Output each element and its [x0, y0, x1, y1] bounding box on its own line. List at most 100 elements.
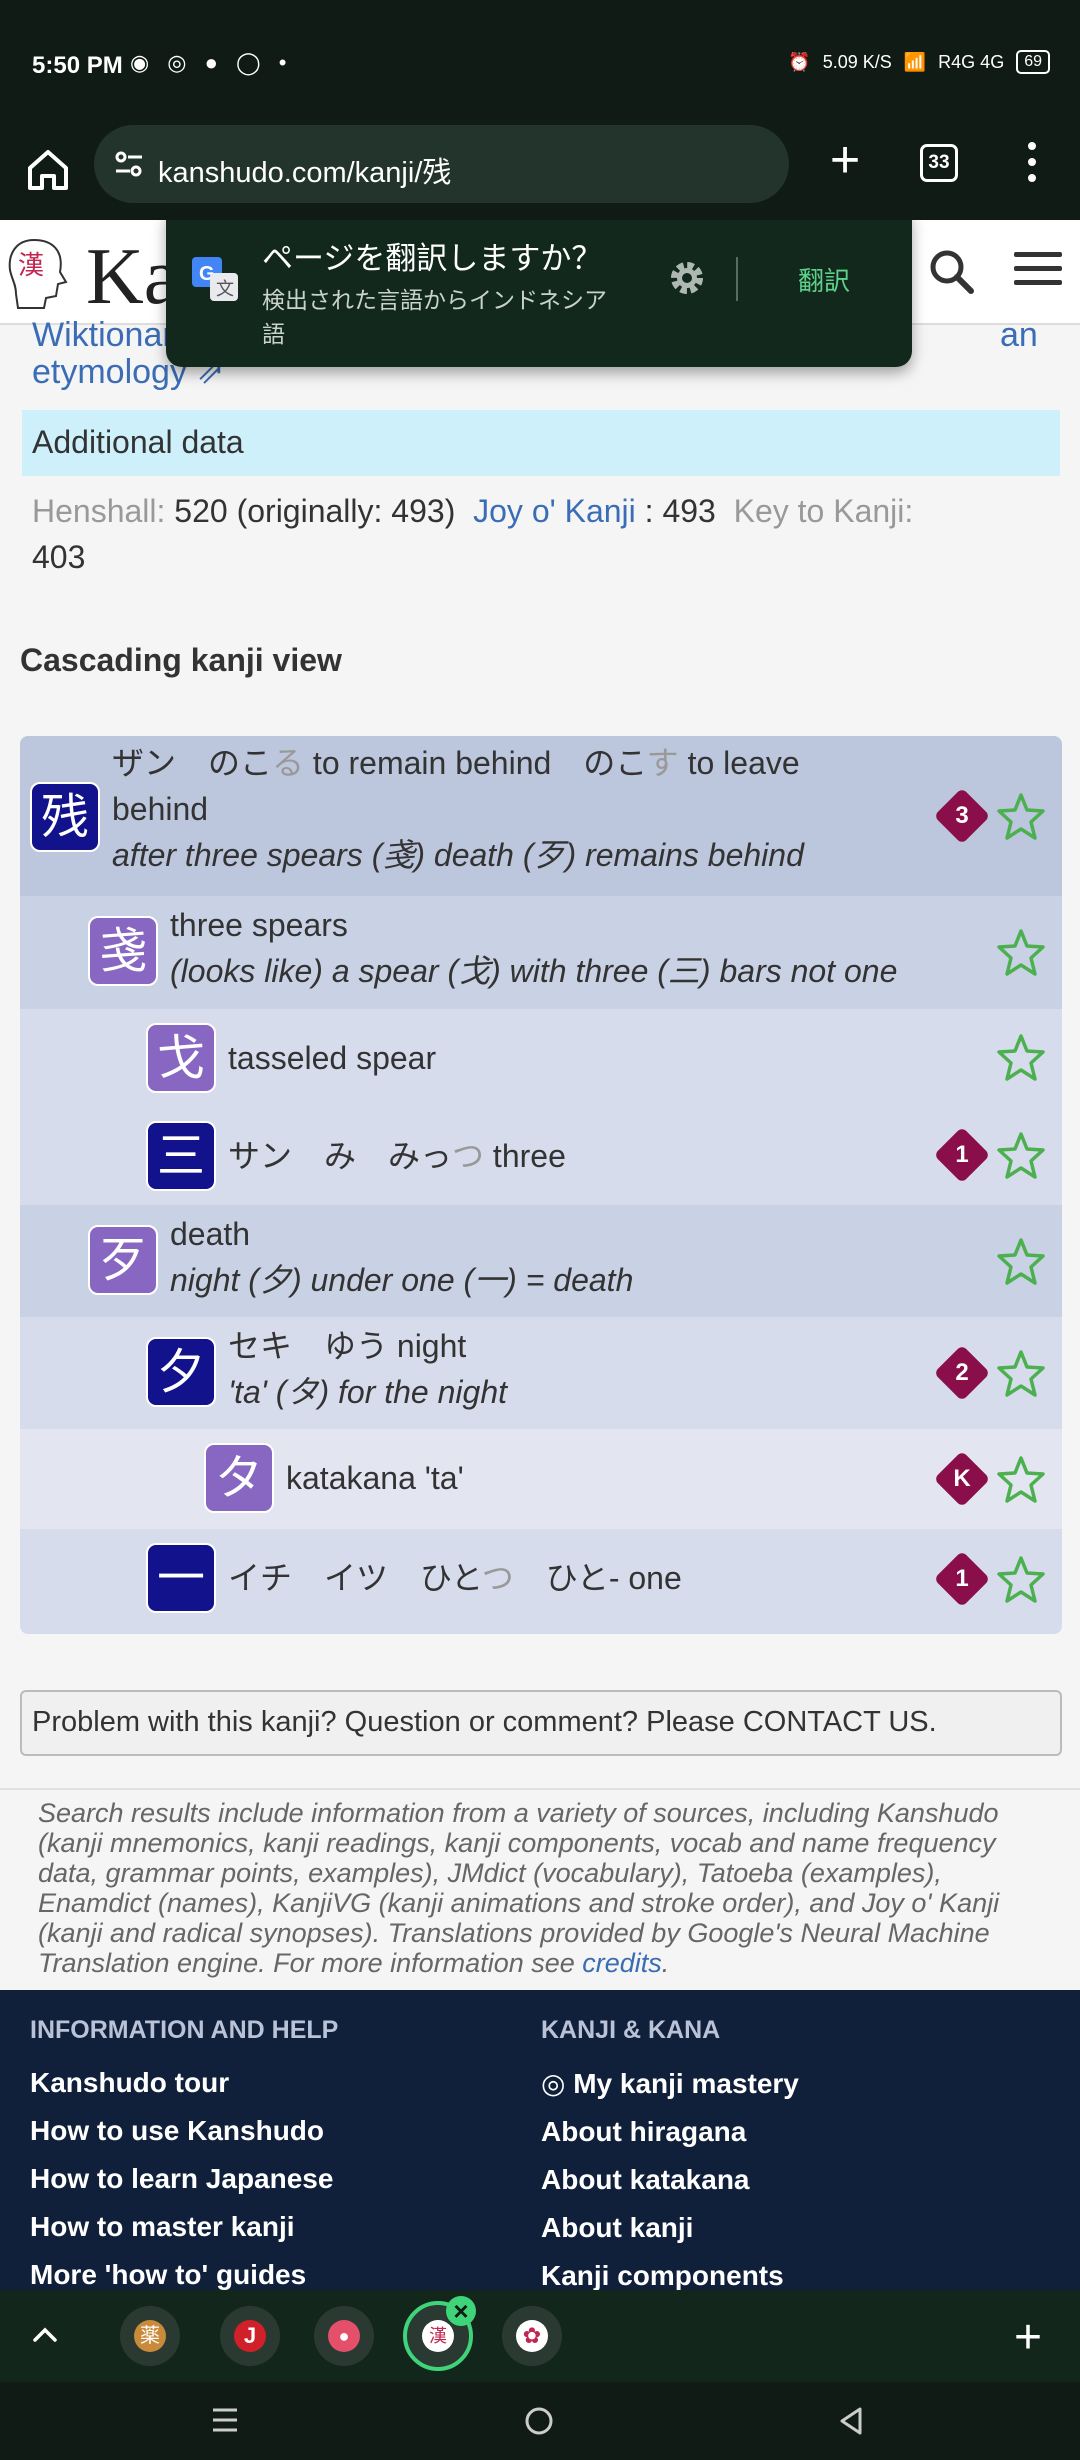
- cascade-title: Cascading kanji view: [20, 642, 342, 678]
- mnemonic: (looks like) a spear (戈) with three (三) …: [170, 953, 898, 989]
- okurigana: つ: [481, 1560, 514, 1596]
- row-text: katakana 'ta': [286, 1455, 464, 1501]
- star-icon[interactable]: [996, 1131, 1046, 1179]
- address-bar[interactable]: kanshudo.com/kanji/残: [94, 125, 789, 203]
- kanshudo-logo-icon[interactable]: 漢: [4, 234, 74, 314]
- footer-link[interactable]: About hiragana: [541, 2116, 799, 2148]
- network-label: R4G 4G: [938, 51, 1005, 72]
- clock: 5:50 PM: [32, 52, 123, 79]
- kanji-tile[interactable]: タ: [204, 1443, 274, 1513]
- search-icon[interactable]: [928, 248, 974, 294]
- row-text: ザン のこる to remain behind のこす to leave beh…: [112, 740, 932, 878]
- cascading-kanji-view: 残 ザン のこる to remain behind のこす to leave b…: [20, 736, 1062, 1634]
- hamburger-menu-icon[interactable]: [1014, 252, 1062, 286]
- grade-badge: 1: [933, 1550, 991, 1608]
- svg-text:文: 文: [216, 279, 234, 300]
- footer-link[interactable]: About kanji: [541, 2212, 799, 2244]
- kanji-tile[interactable]: 三: [146, 1121, 216, 1191]
- footer-link[interactable]: Kanshudo tour: [30, 2067, 338, 2099]
- footer-link[interactable]: How to use Kanshudo: [30, 2115, 338, 2147]
- cascade-row[interactable]: 残 ザン のこる to remain behind のこす to leave b…: [20, 736, 1062, 896]
- tab-favicon[interactable]: J: [220, 2306, 280, 2366]
- kanji-tile[interactable]: 残: [30, 782, 100, 852]
- recents-icon[interactable]: [210, 2406, 240, 2434]
- okurigana: つ: [452, 1138, 485, 1174]
- cascade-row[interactable]: 戔 three spears (looks like) a spear (戈) …: [20, 896, 1062, 1009]
- footnote-text: Search results include information from …: [38, 1798, 1000, 1978]
- footer-link[interactable]: ◎ My kanji mastery: [541, 2067, 799, 2100]
- tab-switcher-button[interactable]: 33: [920, 144, 958, 182]
- site-settings-icon[interactable]: [114, 150, 144, 178]
- url-text: kanshudo.com/kanji/残: [158, 157, 452, 189]
- status-bar: 5:50 PM ◉ ◎ ● ◯ • ⏰ 5.09 K/S 📶 R4G 4G 69: [0, 0, 1080, 120]
- star-icon[interactable]: [996, 1033, 1046, 1081]
- new-tab-button[interactable]: +: [820, 134, 870, 188]
- footer-link[interactable]: How to master kanji: [30, 2211, 338, 2243]
- meaning: three spears: [170, 907, 348, 943]
- alarm-icon: ⏰: [788, 51, 811, 72]
- google-translate-icon: G 文: [192, 257, 238, 301]
- cascade-row[interactable]: 歹 death night (夕) under one (一) = death: [20, 1205, 1062, 1317]
- tab-favicon[interactable]: ✿: [502, 2306, 562, 2366]
- translate-subtitle: 検出された言語からインドネシア語: [262, 287, 607, 347]
- henshall-label: Henshall:: [32, 493, 166, 529]
- etymology-partial-right[interactable]: an: [1000, 316, 1038, 355]
- reading: ザン のこ: [112, 745, 273, 781]
- footer-link[interactable]: More 'how to' guides: [30, 2259, 338, 2290]
- cascade-row[interactable]: 夕 セキ ゆう night 'ta' (タ) for the night 2: [20, 1317, 1062, 1429]
- kanji-tile[interactable]: 歹: [88, 1225, 158, 1295]
- joy-o-kanji-link[interactable]: Joy o' Kanji: [473, 493, 636, 529]
- contact-us-box[interactable]: Problem with this kanji? Question or com…: [20, 1690, 1062, 1756]
- cascade-row[interactable]: 三 サン み みっつ three 1: [20, 1107, 1062, 1205]
- kanji-tile[interactable]: 夕: [146, 1337, 216, 1407]
- wifi-icon: 📶: [903, 51, 927, 72]
- star-icon[interactable]: [996, 928, 1046, 976]
- back-icon[interactable]: [838, 2406, 864, 2436]
- add-tab-button[interactable]: +: [1014, 2310, 1042, 2365]
- henshall-value: 520 (originally: 493): [174, 493, 456, 529]
- star-icon[interactable]: [996, 1237, 1046, 1285]
- translate-button[interactable]: 翻訳: [798, 261, 850, 298]
- meaning-continued: behind: [112, 791, 209, 827]
- star-icon[interactable]: [996, 1455, 1046, 1503]
- kanji-tile[interactable]: 一: [146, 1543, 216, 1613]
- gear-icon[interactable]: [666, 257, 708, 299]
- overflow-menu-icon[interactable]: [1024, 142, 1040, 188]
- home-nav-icon[interactable]: [524, 2406, 554, 2436]
- row-text: サン み みっつ three: [228, 1133, 566, 1179]
- okurigana: る: [272, 745, 305, 781]
- tab-favicon[interactable]: ●: [314, 2306, 374, 2366]
- cascade-row[interactable]: タ katakana 'ta' K: [20, 1429, 1062, 1529]
- footer-link[interactable]: About katakana: [541, 2164, 799, 2196]
- tab-favicon[interactable]: 薬: [120, 2306, 180, 2366]
- cascade-row[interactable]: 戈 tasseled spear: [20, 1009, 1062, 1107]
- reading: イチ イツ ひと: [228, 1560, 482, 1596]
- star-icon[interactable]: [996, 1555, 1046, 1603]
- footer-link[interactable]: Kanji components: [541, 2260, 799, 2290]
- close-tab-icon[interactable]: ×: [446, 2296, 476, 2326]
- additional-data-header: Additional data: [22, 410, 1060, 476]
- kanji-tile[interactable]: 戈: [146, 1023, 216, 1093]
- key-to-kanji-label: Key to Kanji:: [733, 493, 914, 529]
- tab-strip: 薬 J ● 漢 × ✿ +: [0, 2290, 1080, 2382]
- row-text: tasseled spear: [228, 1035, 436, 1081]
- kanji-tile[interactable]: 戔: [88, 916, 158, 986]
- row-text: セキ ゆう night 'ta' (タ) for the night: [228, 1323, 928, 1415]
- sources-footnote: Search results include information from …: [0, 1788, 1080, 1998]
- chevron-up-icon[interactable]: [30, 2320, 60, 2350]
- reading: サン み みっ: [228, 1138, 453, 1174]
- grade-badge: 2: [933, 1344, 991, 1402]
- star-icon[interactable]: [996, 792, 1046, 840]
- additional-data: Henshall: 520 (originally: 493) Joy o' K…: [32, 488, 1042, 580]
- okurigana: す: [646, 745, 679, 781]
- star-icon[interactable]: [996, 1349, 1046, 1397]
- meaning: ひと- one: [513, 1560, 682, 1596]
- credits-link[interactable]: credits: [582, 1948, 662, 1978]
- footer-link[interactable]: How to learn Japanese: [30, 2163, 338, 2195]
- battery-icon: 69: [1016, 50, 1050, 74]
- row-text: three spears (looks like) a spear (戈) wi…: [170, 902, 950, 994]
- grade-badge: K: [933, 1450, 991, 1508]
- home-icon[interactable]: [22, 144, 74, 196]
- cascade-row[interactable]: 一 イチ イツ ひとつ ひと- one 1: [20, 1529, 1062, 1634]
- system-status: ⏰ 5.09 K/S 📶 R4G 4G 69: [788, 50, 1050, 74]
